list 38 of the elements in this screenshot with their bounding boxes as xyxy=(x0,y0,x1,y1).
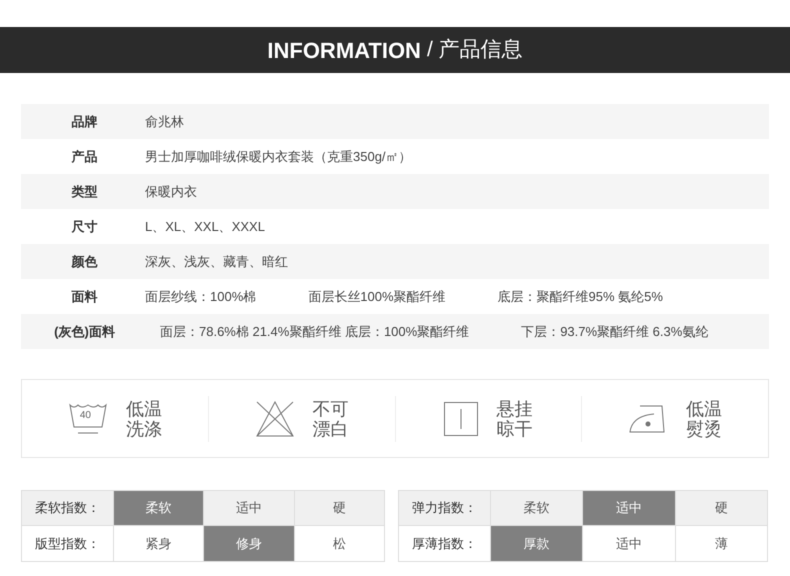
spec-value: 男士加厚咖啡绒保暖内衣套装（克重350g/㎡） xyxy=(145,148,412,166)
spec-label: 颜色 xyxy=(70,252,98,271)
spec-label: (灰色)面料 xyxy=(53,322,116,341)
spec-value: L、XL、XXL、XXXL xyxy=(145,218,265,236)
header-title: INFORMATION xyxy=(267,36,421,64)
crossed-triangle-icon xyxy=(254,400,295,438)
index-label: 弹力指数： xyxy=(399,491,491,525)
spec-value: 下层：93.7%聚酯纤维 6.3%氨纶 xyxy=(521,322,708,341)
spec-label: 类型 xyxy=(70,182,98,201)
spec-label: 尺寸 xyxy=(70,218,98,236)
care-label: 低温 洗涤 xyxy=(126,398,162,438)
spec-value: 深灰、浅灰、藏青、暗红 xyxy=(145,252,288,271)
spec-label: 面料 xyxy=(70,288,98,306)
square-icon xyxy=(444,402,478,436)
index-option: 修身 xyxy=(204,526,295,561)
temperature-label: 40 xyxy=(80,410,91,420)
index-option: 硬 xyxy=(294,491,384,525)
spec-value: 面层：78.6%棉 21.4%聚酯纤维 底层：100%聚酯纤维 xyxy=(160,322,470,341)
index-option: 硬 xyxy=(676,491,767,525)
care-label: 不可 漂白 xyxy=(312,398,349,438)
index-option: 松 xyxy=(294,526,384,561)
header-subtitle: / 产品信息 xyxy=(426,37,523,64)
index-option: 适中 xyxy=(583,491,676,525)
index-option: 厚款 xyxy=(491,526,584,561)
spec-value: 底层：聚酯纤维95% 氨纶5% xyxy=(498,288,663,306)
index-option: 适中 xyxy=(583,526,676,561)
spec-value: 俞兆林 xyxy=(145,112,184,131)
index-option: 薄 xyxy=(676,526,767,561)
spec-label: 品牌 xyxy=(70,112,98,131)
index-label: 版型指数： xyxy=(22,526,114,561)
spec-label: 产品 xyxy=(70,148,98,166)
spec-value: 保暖内衣 xyxy=(145,182,197,201)
spec-value: 面层纱线：100%棉 xyxy=(145,288,256,306)
spec-value: 面层长丝100%聚酯纤维 xyxy=(308,288,446,306)
index-option: 适中 xyxy=(204,491,295,525)
care-label: 悬挂 晾干 xyxy=(496,398,532,438)
index-option: 柔软 xyxy=(114,491,204,525)
care-label: 低温 熨烫 xyxy=(686,398,722,438)
